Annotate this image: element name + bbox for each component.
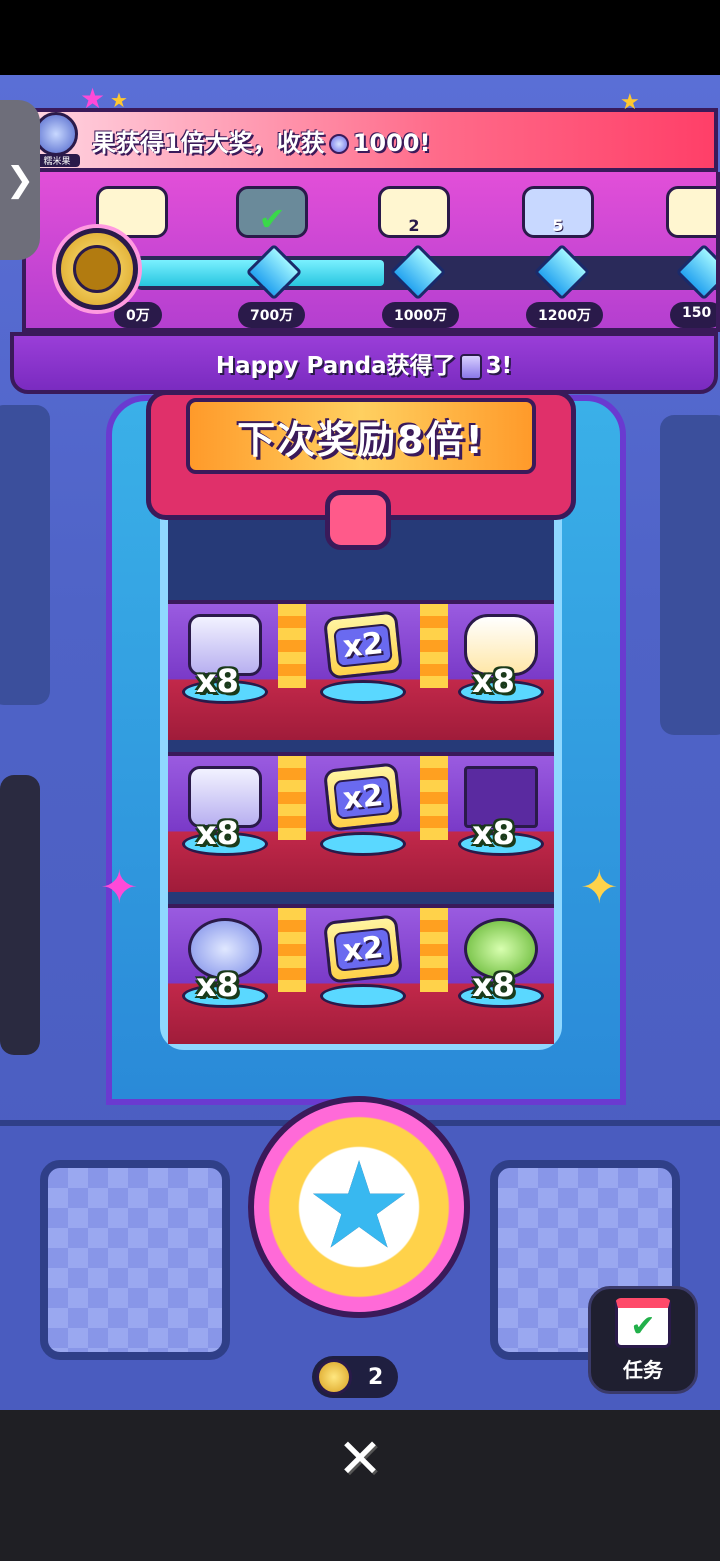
prize-shelf: x8 x2 x8: [168, 904, 554, 1044]
check-icon: ✔: [258, 200, 286, 238]
prize-slot[interactable]: x8: [450, 614, 550, 704]
milestone-badge: 2: [408, 216, 420, 235]
prize-shelf: x8 x2 x8: [168, 752, 554, 892]
prize-shelf: x8 x2 x8: [168, 600, 554, 740]
announcement-text: Happy Panda获得了 3!: [216, 346, 512, 380]
multiplier-ticket-icon: x2: [322, 762, 404, 832]
shelf-light: [420, 604, 448, 688]
clipboard-check-icon: ✔: [615, 1298, 671, 1348]
star-decoration-icon: ★: [110, 88, 128, 112]
milestone-marker-icon: [675, 243, 716, 301]
news-ticker: 果获得1倍大奖，收获 1000!: [18, 108, 718, 172]
chevron-right-icon: ❯: [5, 160, 35, 200]
ticker-text-prefix: 果获得1倍大奖，收获: [92, 128, 325, 157]
shelf-light: [278, 604, 306, 688]
ticker-text: 果获得1倍大奖，收获 1000!: [92, 123, 430, 158]
prize-slot[interactable]: x8: [174, 614, 274, 704]
gem-icon: [328, 133, 349, 154]
ticker-avatar-label: 糯米果: [34, 154, 80, 167]
panda-face-icon: [73, 245, 121, 293]
milestone-label: 1000万: [382, 302, 459, 328]
prize-pedestal: [320, 984, 406, 1008]
sparkle-icon: ✦: [580, 860, 619, 914]
ticket-multiplier: x2: [332, 774, 393, 820]
ticket-multiplier: x2: [332, 622, 393, 668]
coin-counter: 2: [312, 1356, 398, 1398]
tasks-label: 任务: [623, 1358, 663, 1382]
prize-slot[interactable]: x2: [312, 610, 412, 704]
left-display-window: [40, 1160, 230, 1360]
star-decoration-icon: ★: [80, 82, 106, 115]
prize-slot[interactable]: x2: [312, 914, 412, 1008]
prize-slot[interactable]: x8: [450, 918, 550, 1008]
milestone-label: 0万: [114, 302, 162, 328]
milestone-marker-icon: [245, 243, 303, 301]
spin-button[interactable]: ★: [248, 1096, 470, 1318]
milestone-label: 700万: [238, 302, 306, 328]
prize-multiplier: x8: [196, 966, 239, 1004]
panda-coin-icon: [56, 228, 138, 310]
star-icon: ★: [305, 1137, 413, 1276]
ticker-avatar: [34, 112, 78, 156]
multiplier-ticket-icon: x2: [322, 610, 404, 680]
shelf-light: [278, 756, 306, 840]
prize-pedestal: [320, 832, 406, 856]
announcement-suffix: 3!: [485, 353, 513, 379]
prize-slot[interactable]: x8: [174, 766, 274, 856]
background-pipe: [0, 405, 50, 705]
banner-knob: [325, 490, 391, 550]
shelf-light: [420, 908, 448, 992]
multiplier-banner-screen: 下次奖励8倍!: [186, 398, 536, 474]
milestone-label: 1200万: [526, 302, 603, 328]
prize-multiplier: x8: [472, 814, 515, 852]
prize-slot[interactable]: x8: [174, 918, 274, 1008]
prize-slot[interactable]: x2: [312, 762, 412, 856]
prize-pedestal: [320, 680, 406, 704]
close-button[interactable]: ✕: [332, 1427, 388, 1490]
ticker-text-amount: 1000!: [352, 128, 431, 157]
side-panel-toggle[interactable]: ❯: [0, 100, 40, 260]
milk-carton-icon: [459, 353, 482, 380]
close-icon: ✕: [337, 1426, 383, 1490]
sparkle-icon: ✦: [100, 860, 139, 914]
prize-multiplier: x8: [472, 662, 515, 700]
milestone-badge: 5: [552, 216, 564, 235]
milestone-reward-card[interactable]: [666, 186, 716, 238]
milestone-marker-icon: [389, 243, 447, 301]
prize-multiplier: x8: [196, 814, 239, 852]
shelf-light: [420, 756, 448, 840]
multiplier-ticket-icon: x2: [322, 914, 404, 984]
milestone-reward-card-claimed[interactable]: ✔: [236, 186, 308, 238]
next-reward-text: 下次奖励8倍!: [237, 417, 485, 462]
milestone-label: 150: [670, 302, 716, 328]
milestone-reward-card[interactable]: 2: [378, 186, 450, 238]
tasks-button[interactable]: ✔ 任务: [588, 1286, 698, 1394]
shelf-light: [278, 908, 306, 992]
background-pipe: [660, 415, 720, 735]
status-bar-area: [0, 0, 720, 75]
star-decoration-icon: ★: [620, 90, 640, 115]
background-pipe: [0, 775, 40, 1055]
panda-coin-icon: [316, 1359, 352, 1395]
announcement-bar: Happy Panda获得了 3!: [10, 332, 718, 394]
prize-multiplier: x8: [472, 966, 515, 1004]
prize-multiplier: x8: [196, 662, 239, 700]
ticket-multiplier: x2: [332, 926, 393, 972]
announcement-prefix: Happy Panda获得了: [215, 353, 456, 379]
milestone-marker-icon: [533, 243, 591, 301]
milestone-reward-card[interactable]: 5: [522, 186, 594, 238]
prize-slot[interactable]: x8: [450, 766, 550, 856]
coin-count: 2: [368, 1364, 384, 1390]
